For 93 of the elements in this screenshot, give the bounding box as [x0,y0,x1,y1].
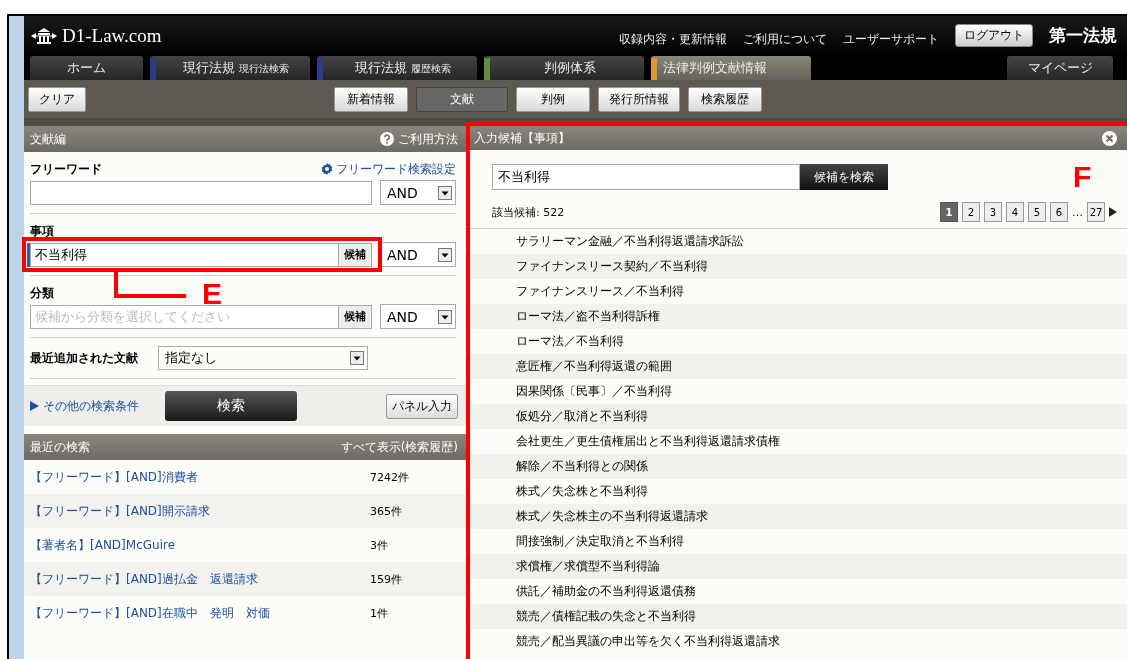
result-count: 3件 [370,537,388,553]
tab-label: 現行法規 [183,60,235,75]
tab-label: 現行法規 [355,60,407,75]
nav-tab[interactable]: 現行法規 現行法検索 [150,56,310,80]
header-link[interactable]: 収録内容・更新情報 [619,31,727,48]
panel-title: 最近の検索 [30,438,90,456]
field-label: 事項 [30,222,54,240]
nav-tab[interactable]: 法律判例文献情報 [651,56,811,80]
candidate-item[interactable]: 会社更生／更生債権届出と不当利得返還請求債権 [468,429,1127,454]
recent-search-link[interactable]: 【フリーワード】[AND]過払金 返還請求 [30,570,370,588]
candidate-item[interactable]: 求償権／求償型不当利得論 [468,554,1127,579]
caret-icon [438,185,452,200]
tab-sublabel: 現行法検索 [239,63,289,74]
candidate-item[interactable]: 株式／失念株と不当利得 [468,479,1127,504]
logo[interactable]: D1-Law.com [62,24,162,47]
caret-icon [350,351,364,365]
caret-icon [438,309,452,324]
input-field[interactable]: 不当利得 [492,164,800,190]
toolbar-tab[interactable]: 検索履歴 [688,86,762,112]
operator-dropdown[interactable]: AND [380,180,456,205]
field-label: 分類 [30,284,54,302]
operator-dropdown[interactable]: AND [380,304,456,329]
gear-icon [321,163,333,175]
search-button[interactable]: 検索 [165,391,297,421]
candidate-button[interactable]: 候補 [338,242,372,267]
field-label: フリーワード [30,160,102,178]
annotation-label: F [1073,162,1092,192]
candidate-item[interactable]: 競売／債権記載の失念と不当利得 [468,604,1127,629]
recent-search-link[interactable]: 【フリーワード】[AND]在職中 発明 対価 [30,604,370,622]
page-ellipsis: … [1072,205,1083,219]
candidate-item[interactable]: 解除／不当利得との関係 [468,454,1127,479]
page-button[interactable]: 4 [1006,202,1024,222]
candidate-item[interactable]: 間接強制／決定取消と不当利得 [468,529,1127,554]
header-link[interactable]: ご利用について [743,31,827,48]
nav-tab[interactable]: 現行法規 履歴検索 [317,56,477,80]
toolbar-tab[interactable]: 発行所情報 [598,86,680,112]
candidate-item[interactable]: 株式／失念株主の不当利得返還請求 [468,504,1127,529]
result-count: 365件 [370,503,402,519]
clear-button[interactable]: クリア [28,86,86,112]
panel-title: 文献編 [30,130,66,148]
result-count: 159件 [370,571,402,587]
settings-link[interactable]: フリーワード検索設定 [321,160,456,178]
leader-line [114,272,186,298]
toolbar-tab[interactable]: 判例 [516,86,590,112]
candidate-item[interactable]: ローマ法／盗不当利得訴権 [468,304,1127,329]
candidate-item[interactable]: 供託／補助金の不当利得返還債務 [468,579,1127,604]
dropdown[interactable]: 指定なし [158,346,368,370]
candidate-item[interactable]: ローマ法／不当利得 [468,329,1127,354]
publisher-name: 第一法規 [1049,24,1117,47]
operator-dropdown[interactable]: AND [380,242,456,267]
toolbar-tab[interactable]: 新着情報 [334,86,408,112]
candidate-item[interactable]: 仮処分／取消と不当利得 [468,404,1127,429]
page-button[interactable]: 3 [984,202,1002,222]
candidate-item[interactable]: ファイナンスリース／不当利得 [468,279,1127,304]
input-field[interactable] [30,180,372,205]
candidate-button[interactable]: 候補 [338,304,372,329]
result-count: 7242件 [370,469,409,485]
candidate-item[interactable]: 競売／配当異議の申出等を欠く不当利得返還請求 [468,629,1127,654]
candidate-item[interactable]: ファイナンスリース契約／不当利得 [468,254,1127,279]
help-link[interactable]: ご利用方法 [380,130,458,148]
history-link[interactable]: すべて表示(検索履歴) [340,438,458,456]
panel-title: 入力候補【事項】 [474,129,570,147]
caret-icon [438,247,452,262]
nav-tab[interactable]: 判例体系 [484,56,644,80]
recent-search-link[interactable]: 【著者名】[AND]McGuire [30,536,370,554]
tab-sublabel: 履歴検索 [411,63,451,74]
candidate-item[interactable]: サラリーマン金融／不当利得返還請求訴訟 [468,229,1127,254]
next-page-icon[interactable] [1109,207,1117,217]
toolbar-tab[interactable]: 文献 [416,86,508,112]
candidate-item[interactable]: 意匠権／不当利得返還の範囲 [468,354,1127,379]
help-icon [380,132,394,146]
nav-tab[interactable]: ホーム [30,56,143,80]
page-button[interactable]: 2 [962,202,980,222]
building-icon [30,26,58,45]
page-button[interactable]: 1 [940,202,958,222]
mypage-tab[interactable]: マイページ [1007,56,1113,80]
page-button[interactable]: 6 [1050,202,1068,222]
recent-search-link[interactable]: 【フリーワード】[AND]消費者 [30,468,370,486]
triangle-icon [30,401,39,411]
field-label: 最近追加された文献 [30,349,138,367]
result-count: 1件 [370,605,388,621]
close-icon[interactable] [1102,130,1117,146]
result-count: 該当候補: 522 [492,204,565,220]
recent-search-link[interactable]: 【フリーワード】[AND]開示請求 [30,502,370,520]
page-button[interactable]: 5 [1028,202,1046,222]
page-button[interactable]: 27 [1087,202,1105,222]
candidate-search-button[interactable]: 候補を検索 [800,164,888,190]
more-conditions-link[interactable]: その他の検索条件 [30,397,139,415]
logout-button[interactable]: ログアウト [955,24,1033,47]
input-field[interactable]: 不当利得 [30,242,339,267]
header-link[interactable]: ユーザーサポート [843,31,939,48]
panel-input-button[interactable]: パネル入力 [386,393,458,419]
candidate-item[interactable]: 因果関係〔民事〕／不当利得 [468,379,1127,404]
